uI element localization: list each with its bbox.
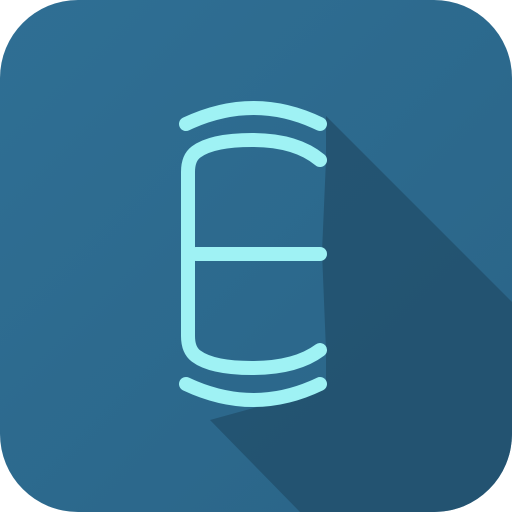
app-icon: [0, 0, 512, 512]
app-icon-graphic: [0, 0, 512, 512]
